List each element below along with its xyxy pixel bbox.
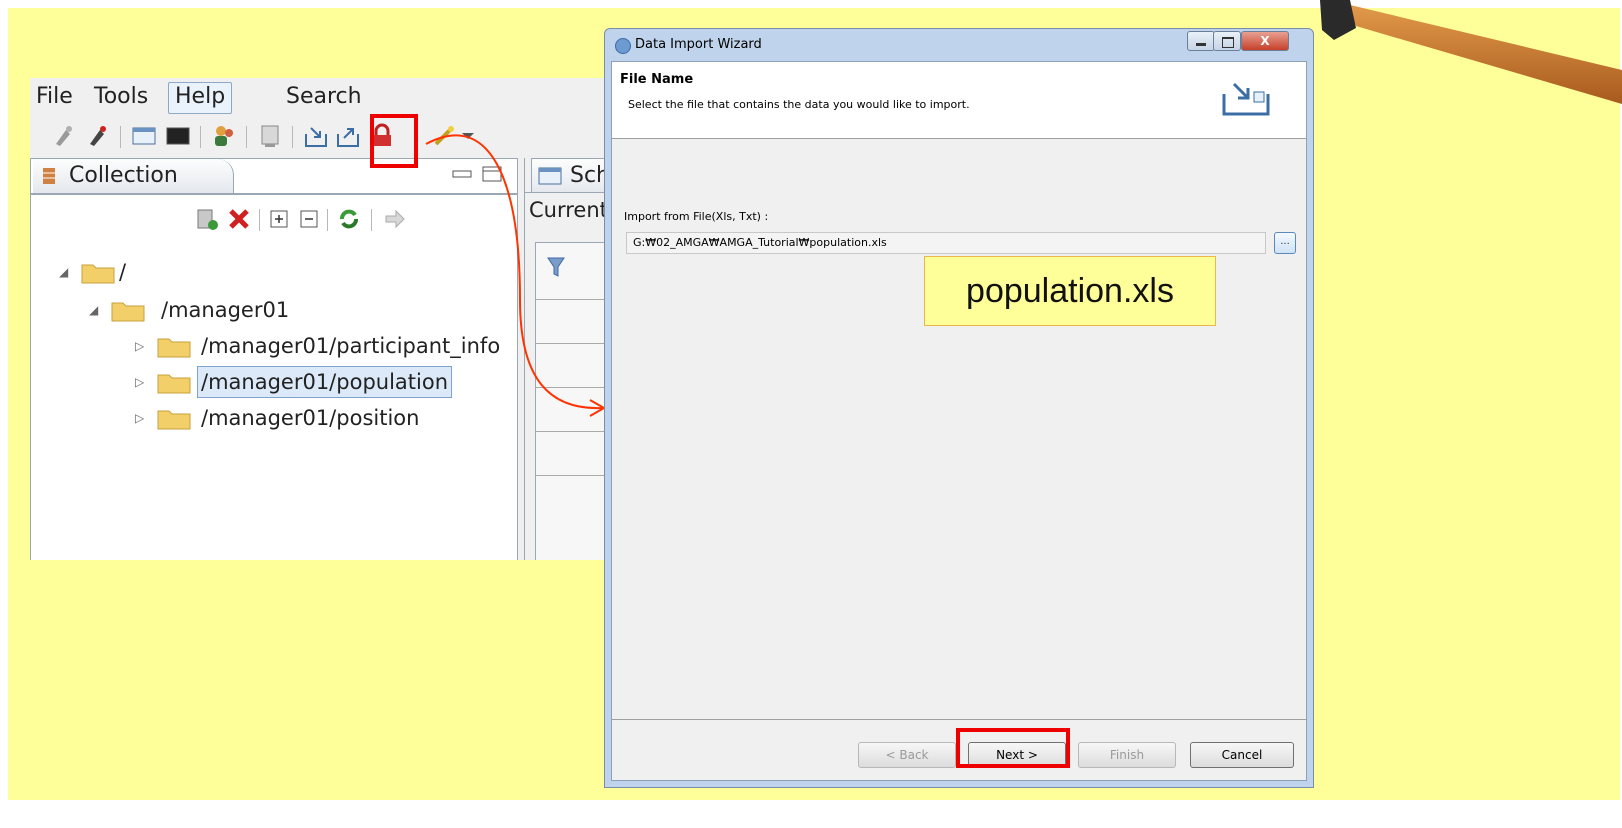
browse-button[interactable]: ... bbox=[1274, 232, 1296, 254]
collection-tab-label: Collection bbox=[69, 163, 178, 188]
hammer-icon bbox=[1320, 0, 1622, 104]
refresh-icon[interactable] bbox=[337, 207, 361, 231]
collapsed-arrow-icon[interactable]: ▷ bbox=[135, 365, 144, 399]
dialog-title: Data Import Wizard bbox=[635, 37, 762, 52]
dialog-client: File Name Select the file that contains … bbox=[611, 61, 1307, 781]
table-icon[interactable] bbox=[130, 122, 158, 150]
minimize-icon bbox=[1196, 43, 1206, 46]
tree-node-label: /manager01/position bbox=[201, 406, 420, 430]
collapse-all-icon[interactable] bbox=[299, 209, 319, 229]
tab-collection[interactable]: Collection bbox=[33, 159, 234, 193]
wizard-app-icon bbox=[615, 38, 631, 54]
menu-file[interactable]: File bbox=[30, 82, 79, 112]
server-icon[interactable] bbox=[256, 122, 284, 150]
toolbar-separator bbox=[292, 126, 293, 148]
folder-icon bbox=[157, 374, 191, 394]
data-import-wizard-dialog: Data Import Wizard X File Name Select th… bbox=[604, 28, 1314, 788]
console-icon[interactable] bbox=[164, 122, 192, 150]
dialog-titlebar[interactable]: Data Import Wizard X bbox=[605, 29, 1313, 61]
folder-icon bbox=[157, 338, 191, 358]
folder-icon bbox=[81, 264, 115, 284]
wizard-page-title: File Name bbox=[620, 72, 694, 87]
maximize-button[interactable] bbox=[1213, 31, 1241, 51]
maximize-icon bbox=[1222, 37, 1234, 48]
menu-bar: File Tools Help Search bbox=[30, 78, 606, 116]
import-banner-icon bbox=[1222, 82, 1270, 116]
export-icon[interactable] bbox=[334, 122, 362, 150]
filename-callout: population.xls bbox=[924, 256, 1216, 326]
import-file-label: Import from File(Xls, Txt) : bbox=[624, 210, 769, 223]
folder-icon bbox=[111, 302, 145, 322]
collection-tab-icon bbox=[43, 168, 55, 184]
finish-button[interactable]: Finish bbox=[1078, 742, 1176, 768]
toolbar-separator bbox=[371, 209, 372, 231]
menu-help[interactable]: Help bbox=[168, 82, 233, 114]
disconnect-icon[interactable] bbox=[50, 122, 78, 150]
users-icon[interactable] bbox=[210, 122, 238, 150]
wizard-page-description: Select the file that contains the data y… bbox=[628, 98, 970, 111]
connect-icon[interactable] bbox=[84, 122, 112, 150]
tree-node-label: /manager01 bbox=[161, 298, 290, 322]
collapsed-arrow-icon[interactable]: ▷ bbox=[135, 329, 144, 363]
cancel-button[interactable]: Cancel bbox=[1190, 742, 1294, 768]
tree-node-label: / bbox=[119, 260, 127, 284]
expanded-arrow-icon[interactable]: ◢ bbox=[59, 255, 68, 289]
toolbar-separator bbox=[327, 209, 328, 231]
menu-search[interactable]: Search bbox=[280, 82, 368, 112]
toolbar-separator bbox=[200, 126, 201, 148]
delete-icon[interactable] bbox=[227, 207, 251, 231]
back-button[interactable]: < Back bbox=[858, 742, 956, 768]
add-collection-icon[interactable] bbox=[195, 207, 219, 231]
folder-icon bbox=[157, 410, 191, 430]
forward-arrow-icon[interactable] bbox=[383, 207, 407, 231]
pointer-arrow bbox=[425, 134, 607, 417]
toolbar-separator bbox=[259, 209, 260, 231]
expand-all-icon[interactable] bbox=[269, 209, 289, 229]
expanded-arrow-icon[interactable]: ◢ bbox=[89, 293, 98, 327]
footer-separator bbox=[612, 719, 1306, 720]
import-file-path-field[interactable]: G:₩02_AMGA₩AMGA_Tutorial₩population.xls bbox=[626, 232, 1266, 254]
minimize-button[interactable] bbox=[1187, 31, 1215, 51]
collapsed-arrow-icon[interactable]: ▷ bbox=[135, 401, 144, 435]
menu-tools[interactable]: Tools bbox=[88, 82, 154, 112]
close-button[interactable]: X bbox=[1241, 31, 1289, 51]
next-button-highlight bbox=[956, 728, 1070, 768]
toolbar-separator bbox=[120, 126, 121, 148]
wizard-header: File Name Select the file that contains … bbox=[612, 62, 1306, 139]
toolbar-separator bbox=[246, 126, 247, 148]
import-icon[interactable] bbox=[302, 122, 330, 150]
